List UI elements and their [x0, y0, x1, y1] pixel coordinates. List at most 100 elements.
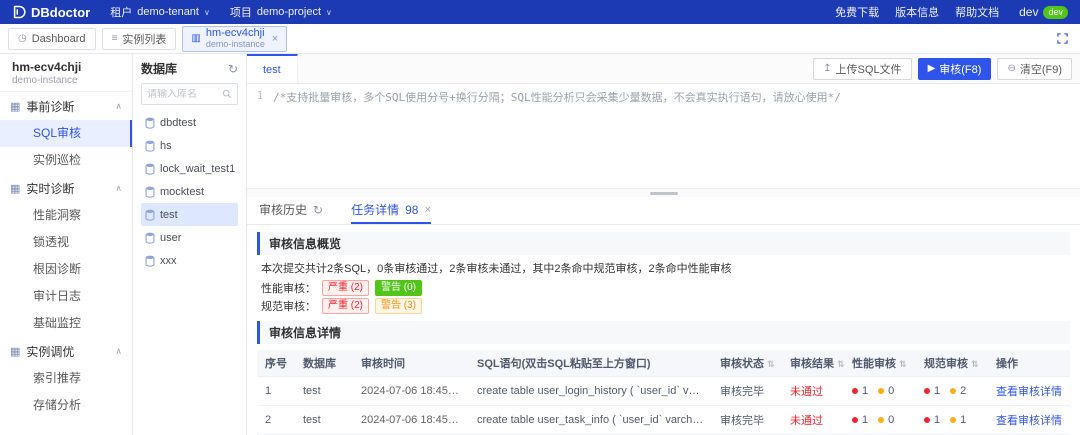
topbar-link[interactable]: 版本信息: [895, 4, 939, 20]
sidebar: hm-ecv4chji demo-instance ▦ 事前诊断 ∧ SQL审核 实例巡…: [0, 54, 133, 435]
database-search-input[interactable]: [147, 88, 218, 100]
database-icon: [145, 209, 155, 221]
drag-handle[interactable]: [649, 191, 678, 195]
cell-sql[interactable]: create table user_login_history ( `user_…: [469, 376, 712, 406]
database-item-hs[interactable]: hs: [141, 134, 238, 157]
severe-dot: [924, 417, 930, 424]
line-number: 1: [256, 89, 264, 102]
dbdoctor-logo-icon: [12, 5, 26, 19]
sql-editor[interactable]: 1 /*支持批量审核，多个SQL使用分号+换行分隔；SQL性能分析只会采集少量数…: [247, 84, 1080, 188]
database-item-user[interactable]: user: [141, 226, 238, 249]
brand[interactable]: DBdoctor: [12, 5, 90, 20]
database-item-test[interactable]: test: [141, 203, 238, 226]
sidebar-item-性能洞察[interactable]: 性能洞察: [0, 202, 132, 229]
refresh-icon[interactable]: ↻: [313, 203, 323, 217]
workspace-tabbar: ◷ Dashboard ≡ 实例列表 ▥ hm-ecv4chji demo-in…: [0, 24, 1080, 54]
sidebar-group-实例调优[interactable]: ▦ 实例调优 ∧: [0, 337, 132, 365]
database-item-mocktest[interactable]: mocktest: [141, 180, 238, 203]
database-icon: [145, 186, 155, 198]
instance-name: hm-ecv4chji: [12, 60, 82, 74]
task-id: 98: [405, 202, 419, 217]
instance-header: hm-ecv4chji demo-instance: [0, 54, 132, 92]
database-item-dbdtest[interactable]: dbdtest: [141, 111, 238, 134]
sidebar-item-实例巡检[interactable]: 实例巡检: [0, 147, 132, 174]
chevron-down-icon: ∨: [203, 7, 210, 17]
dashboard-icon: ◷: [18, 33, 27, 44]
database-icon: [145, 117, 155, 129]
audit-table-head-row: 序号 数据库 审核时间 SQL语句(双击SQL粘贴至上方窗口) 审核状态 ⇅ 审核结果 ⇅ 性能…: [257, 350, 1070, 377]
database-icon: [145, 255, 155, 267]
column-header[interactable]: 规范审核 ⇅: [916, 350, 988, 377]
clear-button[interactable]: ⊖ 清空(F9): [997, 57, 1072, 80]
database-item-lock_wait_test1[interactable]: lock_wait_test1: [141, 157, 238, 180]
sidebar-item-审计日志[interactable]: 审计日志: [0, 283, 132, 310]
table-row[interactable]: 1 test 2024-07-06 18:45:33 create table use…: [257, 376, 1070, 406]
main-area: test ↥ 上传SQL文件 ▶ 审核(F8) ⊖ 清空(F9) 1 /*支持批…: [247, 54, 1080, 435]
cell-result: 未通过: [782, 405, 844, 435]
sidebar-item-基础监控[interactable]: 基础监控: [0, 310, 132, 337]
badge-severe: 严重 (2): [322, 298, 369, 314]
cell-db: test: [295, 405, 353, 435]
sidebar-item-索引推荐[interactable]: 索引推荐: [0, 365, 132, 392]
sidebar-item-根因诊断[interactable]: 根因诊断: [0, 256, 132, 283]
warning-dot: [878, 388, 885, 395]
upload-icon: ↥: [823, 63, 832, 74]
fullscreen-icon[interactable]: [1057, 33, 1068, 44]
column-header[interactable]: 审核状态 ⇅: [712, 350, 782, 377]
sort-icon[interactable]: ⇅: [767, 359, 775, 369]
cell-result: 未通过: [782, 376, 844, 406]
sort-icon[interactable]: ⇅: [971, 359, 979, 369]
sidebar-item-SQL审核[interactable]: SQL审核: [0, 120, 132, 147]
app-window: DBdoctor 租户 demo-tenant ∨ 项目 demo-projec…: [0, 0, 1080, 435]
list-icon: ≡: [111, 33, 118, 44]
column-header: 序号: [257, 350, 295, 377]
brand-name: DBdoctor: [31, 4, 91, 20]
tab-dashboard[interactable]: ◷ Dashboard: [8, 27, 96, 50]
upload-sql-button[interactable]: ↥ 上传SQL文件: [813, 57, 912, 80]
perf-badges: 严重 (2) 警告 (0): [322, 280, 422, 296]
sidebar-group-实时诊断[interactable]: ▦ 实时诊断 ∧: [0, 174, 132, 202]
view-detail-link[interactable]: 查看审核详情: [988, 376, 1070, 406]
menu-group-icon: ▦: [10, 100, 21, 113]
view-detail-link[interactable]: 查看审核详情: [988, 405, 1070, 435]
audit-table-body: 1 test 2024-07-06 18:45:33 create table use…: [257, 376, 1070, 435]
close-tab-icon[interactable]: ×: [424, 204, 430, 216]
audit-button[interactable]: ▶ 审核(F8): [917, 57, 992, 80]
refresh-icon[interactable]: ↻: [228, 62, 238, 76]
database-item-xxx[interactable]: xxx: [141, 249, 238, 272]
tab-task-detail[interactable]: 任务详情 98 ×: [351, 197, 431, 224]
editor-tab-test[interactable]: test: [247, 54, 298, 83]
tab-audit-history[interactable]: 审核历史 ↻: [259, 197, 323, 224]
detail-section-title: 审核信息详情: [257, 321, 1070, 344]
sidebar-group-事前诊断[interactable]: ▦ 事前诊断 ∧: [0, 92, 132, 120]
tenant-selector[interactable]: 租户 demo-tenant ∨: [110, 4, 210, 20]
tab-instance-list[interactable]: ≡ 实例列表: [101, 27, 177, 50]
chevron-up-icon: ∧: [115, 182, 122, 193]
sort-icon[interactable]: ⇅: [837, 359, 844, 369]
topbar-links: 免费下载 版本信息 帮助文档: [835, 4, 999, 20]
warning-dot: [878, 417, 885, 424]
cell-sql[interactable]: create table user_task_info ( `user_id` …: [469, 405, 712, 435]
table-row[interactable]: 2 test 2024-07-06 18:45:33 create table use…: [257, 405, 1070, 435]
result-tabbar: 审核历史 ↻ 任务详情 98 ×: [247, 197, 1080, 225]
instance-subtitle: demo-instance: [12, 75, 78, 86]
column-header[interactable]: 审核结果 ⇅: [782, 350, 844, 377]
spec-audit-label: 规范审核：: [261, 301, 316, 313]
sidebar-item-锁透视[interactable]: 锁透视: [0, 229, 132, 256]
database-icon: [145, 163, 155, 175]
sidebar-item-存储分析[interactable]: 存储分析: [0, 392, 132, 419]
user-menu[interactable]: dev dev: [1019, 5, 1068, 19]
close-tab-icon[interactable]: ×: [272, 33, 278, 45]
tab-instance-hm-ecv4chji[interactable]: ▥ hm-ecv4chji demo-instance ×: [182, 25, 288, 52]
column-header[interactable]: 性能审核 ⇅: [844, 350, 916, 377]
spec-badges: 严重 (2) 警告 (3): [322, 298, 422, 314]
split-resize-handle[interactable]: [247, 188, 1080, 197]
clear-icon: ⊖: [1007, 63, 1016, 74]
database-list: dbdtest hs lock_wait_test1 mocktest test user…: [141, 111, 238, 272]
topbar-link[interactable]: 帮助文档: [955, 4, 999, 20]
database-search[interactable]: [141, 83, 238, 105]
project-selector[interactable]: 项目 demo-project ∨: [230, 4, 332, 20]
sort-icon[interactable]: ⇅: [899, 359, 907, 369]
cell-no: 2: [257, 405, 295, 435]
topbar-link[interactable]: 免费下载: [835, 4, 879, 20]
